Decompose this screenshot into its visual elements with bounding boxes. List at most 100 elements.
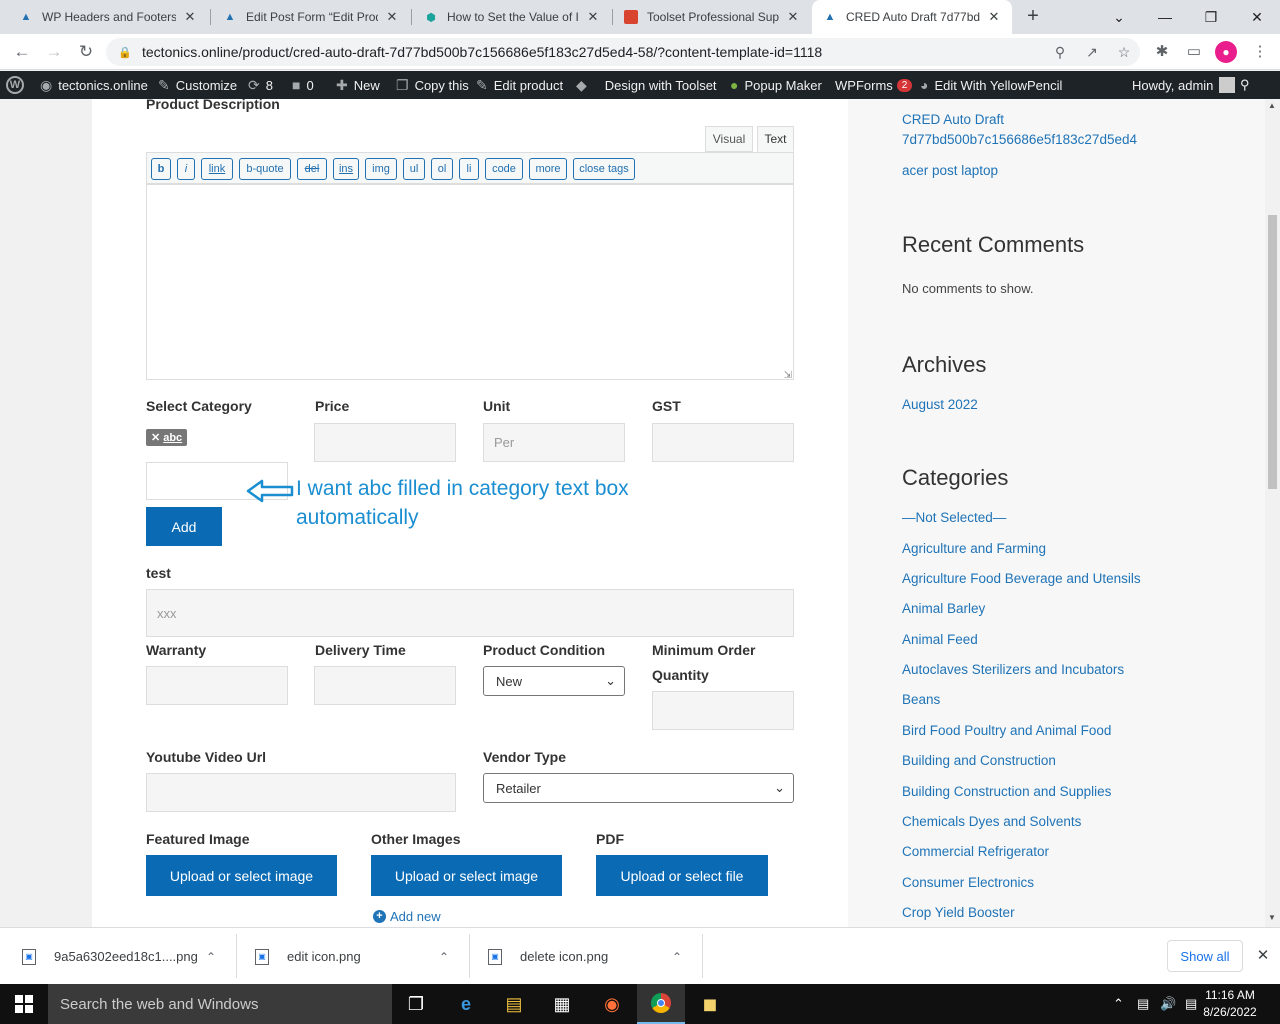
qt-ol-button[interactable]: ol	[431, 158, 453, 180]
qt-code-button[interactable]: code	[485, 158, 523, 180]
product-description-textarea[interactable]: ⇲	[146, 184, 794, 381]
tab-wp-headers[interactable]: ▲ WP Headers and Footers ✕	[8, 0, 208, 34]
task-view-icon[interactable]: ❐	[392, 984, 440, 1024]
close-tab-icon[interactable]: ✕	[585, 9, 601, 25]
zoom-icon[interactable]: ⚲	[1044, 44, 1076, 61]
admin-bar-customize[interactable]: ✎ Customize	[158, 71, 237, 99]
close-tab-icon[interactable]: ✕	[182, 9, 198, 25]
page-scrollbar[interactable]: ▲ ▼	[1265, 99, 1280, 927]
firefox-icon[interactable]: ◉	[588, 984, 636, 1024]
edge-icon[interactable]: e	[442, 984, 490, 1024]
tab-edit-post-form[interactable]: ▲ Edit Post Form “Edit Produ ✕	[212, 0, 410, 34]
admin-bar-site[interactable]: ◉ tectonics.online	[40, 71, 148, 99]
windows-start-icon[interactable]	[0, 984, 48, 1024]
tab-toolset-support[interactable]: Toolset Professional Supp ✕	[613, 0, 811, 34]
tab-text[interactable]: Text	[757, 126, 794, 152]
qt-link-button[interactable]: link	[201, 158, 233, 180]
resize-handle-icon[interactable]: ⇲	[784, 370, 792, 381]
chevron-up-icon[interactable]: ⌃	[206, 950, 216, 964]
taskbar-search-input[interactable]: Search the web and Windows	[48, 984, 392, 1024]
action-center-icon[interactable]: ▤	[1185, 984, 1197, 1024]
admin-bar-wpforms[interactable]: WPForms 2	[835, 71, 913, 99]
admin-bar-howdy[interactable]: Howdy, admin	[1132, 71, 1236, 99]
admin-bar-search-icon[interactable]: ⚲	[1240, 71, 1250, 99]
gst-input[interactable]	[652, 423, 794, 462]
minimum-order-input[interactable]	[652, 691, 794, 730]
qt-img-button[interactable]: img	[365, 158, 397, 180]
close-tab-icon[interactable]: ✕	[785, 9, 801, 25]
qt-bold-button[interactable]: b	[151, 158, 171, 180]
network-icon[interactable]: ▤	[1137, 984, 1149, 1024]
category-link[interactable]: Animal Feed	[902, 632, 978, 647]
category-link[interactable]: Bird Food Poultry and Animal Food	[902, 723, 1111, 738]
upload-other-images-button[interactable]: Upload or select image	[371, 855, 562, 896]
qt-close-tags-button[interactable]: close tags	[573, 158, 635, 180]
admin-bar-yellowpencil[interactable]: ◕ Edit With YellowPencil	[920, 71, 1062, 99]
remove-tag-icon[interactable]: ✕	[151, 431, 160, 444]
extensions-icon[interactable]: ✱	[1150, 40, 1174, 64]
product-condition-select[interactable]: New ⌄	[483, 666, 625, 696]
tab-cred-auto-draft[interactable]: ▲ CRED Auto Draft 7d77bd ✕	[812, 0, 1012, 34]
taskbar-clock[interactable]: 11:16 AM 8/26/2022	[1198, 987, 1262, 1021]
chevron-up-icon[interactable]: ⌃	[439, 950, 449, 964]
recent-post-link[interactable]: CRED Auto Draft	[902, 112, 1004, 127]
admin-bar-popup-maker[interactable]: ● Popup Maker	[730, 71, 822, 99]
qt-li-button[interactable]: li	[459, 158, 479, 180]
recent-post-link-id[interactable]: 7d77bd500b7c156686e5f183c27d5ed4	[902, 132, 1137, 147]
category-link[interactable]: Consumer Electronics	[902, 875, 1034, 890]
tab-search-icon[interactable]: ⌄	[1106, 4, 1132, 30]
scroll-up-icon[interactable]: ▲	[1268, 101, 1276, 110]
back-icon[interactable]: ←	[10, 40, 34, 64]
close-tab-icon[interactable]: ✕	[986, 9, 1002, 25]
youtube-url-input[interactable]	[146, 773, 456, 812]
category-link[interactable]: Beans	[902, 692, 940, 707]
category-link[interactable]: Commercial Refrigerator	[902, 844, 1049, 859]
warranty-input[interactable]	[146, 666, 288, 705]
sticky-notes-icon[interactable]: ◼	[686, 984, 734, 1024]
close-window-icon[interactable]: ✕	[1244, 4, 1270, 30]
admin-bar-new[interactable]: ✚ New	[336, 71, 380, 99]
show-all-downloads-button[interactable]: Show all	[1167, 940, 1243, 972]
qt-del-button[interactable]: del	[297, 158, 327, 180]
qt-bquote-button[interactable]: b-quote	[239, 158, 291, 180]
volume-icon[interactable]: 🔊	[1160, 984, 1176, 1024]
scroll-down-icon[interactable]: ▼	[1268, 913, 1276, 922]
admin-bar-updates[interactable]: ⟳ 8	[248, 71, 273, 99]
category-link[interactable]: Agriculture Food Beverage and Utensils	[902, 571, 1141, 586]
category-link[interactable]: —Not Selected—	[902, 510, 1006, 525]
category-link[interactable]: Crop Yield Booster	[902, 905, 1015, 920]
qt-ins-button[interactable]: ins	[333, 158, 359, 180]
download-item[interactable]: ▣ edit icon.png ⌃	[255, 928, 465, 985]
delivery-time-input[interactable]	[314, 666, 456, 705]
menu-kebab-icon[interactable]: ⋮	[1248, 40, 1272, 64]
unit-input[interactable]: Per	[483, 423, 625, 462]
admin-bar-edit-product[interactable]: ✎ Edit product	[476, 71, 563, 99]
admin-bar-toolset[interactable]: ◆ Design with Toolset	[576, 71, 717, 99]
admin-bar-comments[interactable]: ■ 0	[292, 71, 314, 99]
side-panel-icon[interactable]: ▭	[1182, 40, 1206, 64]
qt-ul-button[interactable]: ul	[403, 158, 425, 180]
scrollbar-thumb[interactable]	[1268, 215, 1277, 489]
download-item[interactable]: ▣ delete icon.png ⌃	[488, 928, 698, 985]
category-link[interactable]: Building and Construction	[902, 753, 1056, 768]
bookmark-star-icon[interactable]: ☆	[1108, 44, 1140, 61]
category-link[interactable]: Animal Barley	[902, 601, 985, 616]
upload-pdf-button[interactable]: Upload or select file	[596, 855, 768, 896]
new-tab-button[interactable]: +	[1022, 6, 1044, 28]
category-link[interactable]: Autoclaves Sterilizers and Incubators	[902, 662, 1124, 677]
vendor-type-select[interactable]: Retailer ⌄	[483, 773, 794, 803]
share-icon[interactable]: ↗	[1076, 44, 1108, 61]
address-bar[interactable]: 🔒 tectonics.online/product/cred-auto-dra…	[106, 38, 1140, 66]
wordpress-logo-icon[interactable]: W	[6, 71, 24, 99]
test-input[interactable]: xxx	[146, 589, 794, 637]
tab-visual[interactable]: Visual	[705, 126, 753, 152]
profile-avatar[interactable]: ●	[1215, 41, 1237, 63]
chevron-up-icon[interactable]: ⌃	[672, 950, 682, 964]
recent-post-link[interactable]: acer post laptop	[902, 163, 998, 178]
qt-more-button[interactable]: more	[529, 158, 567, 180]
restore-icon[interactable]: ❐	[1198, 4, 1224, 30]
price-input[interactable]	[314, 423, 456, 462]
add-category-button[interactable]: Add	[146, 507, 222, 546]
minimize-icon[interactable]: —	[1152, 4, 1178, 30]
forward-icon[interactable]: →	[42, 40, 66, 64]
